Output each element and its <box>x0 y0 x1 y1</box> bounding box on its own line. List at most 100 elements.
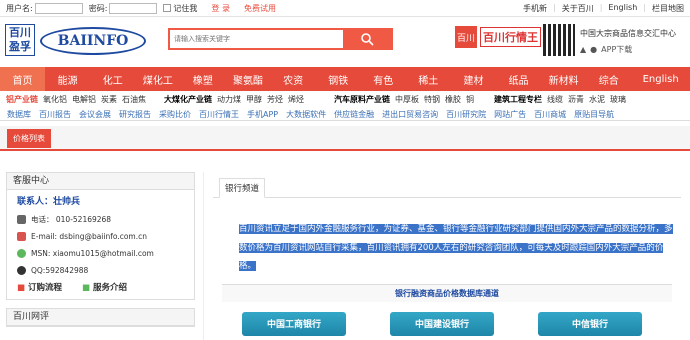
top-bar: 用户名: 密码: 记住我 登 录 免费试用 手机新 | 关于百川 | English… <box>0 0 690 17</box>
price-list-bar: 价格列表 <box>0 126 690 151</box>
nav-item-building[interactable]: 建材 <box>451 67 496 91</box>
icbc-button[interactable]: 中国工商银行 <box>242 311 346 336</box>
email-row: E-mail: dsbing@baiinfo.com.cn <box>17 228 184 245</box>
app-download: 中国大宗商品信息交汇中心 ▲ ● APP下载 <box>580 28 676 55</box>
logo-cn[interactable]: 百川 盈孚 <box>5 24 35 56</box>
brand-name: 百川行情王 <box>480 27 541 47</box>
msn-row: MSN: xiaomu1015@hotmail.com <box>17 245 184 262</box>
quick-link[interactable]: 供应链金融 <box>334 109 374 120</box>
nav-item-rubber-plastic[interactable]: 橡塑 <box>180 67 225 91</box>
qr-title: 中国大宗商品信息交汇中心 <box>580 29 676 38</box>
column-divider <box>203 172 204 340</box>
quick-link[interactable]: 大数据软件 <box>286 109 326 120</box>
app-download-link[interactable]: APP下载 <box>601 44 632 55</box>
category-link[interactable]: 甲醇 <box>246 93 262 106</box>
remember-label: 记住我 <box>173 3 198 13</box>
top-right-links: 手机新 | 关于百川 | English | 栏目地图 <box>523 3 684 14</box>
category-link[interactable]: 动力煤 <box>217 93 241 106</box>
nav-item-energy[interactable]: 能源 <box>45 67 90 91</box>
category-link[interactable]: 橡胶 <box>445 93 461 106</box>
quick-link[interactable]: 百川报告 <box>39 109 71 120</box>
quote-king-banner[interactable]: 百川 百川行情王 <box>455 26 541 48</box>
search-box <box>168 28 393 50</box>
category-link[interactable]: 线缆 <box>547 93 563 106</box>
quick-link[interactable]: 采购比价 <box>159 109 191 120</box>
apple-icon[interactable]: ● <box>590 45 597 54</box>
quick-link[interactable]: 百川研究院 <box>446 109 486 120</box>
category-title[interactable]: 汽车原料产业链 <box>334 93 390 106</box>
category-link[interactable]: 中厚板 <box>395 93 419 106</box>
password-label: 密码: <box>88 3 108 13</box>
quick-link[interactable]: 网站广告 <box>494 109 526 120</box>
nav-item-nonferrous[interactable]: 有色 <box>361 67 406 91</box>
brand-logo-icon: 百川 <box>455 26 477 48</box>
category-title[interactable]: 建筑工程专栏 <box>494 93 542 106</box>
category-link[interactable]: 石油焦 <box>122 93 146 106</box>
category-link[interactable]: 烯烃 <box>288 93 304 106</box>
category-link[interactable]: 水泥 <box>589 93 605 106</box>
service-intro-link[interactable]: ■ 服务介绍 <box>82 281 127 293</box>
quick-link[interactable]: 会议会展 <box>79 109 111 120</box>
price-list-tab[interactable]: 价格列表 <box>7 129 51 148</box>
channel-tabs: 银行频道 <box>213 178 681 198</box>
nav-item-steel[interactable]: 钢铁 <box>316 67 361 91</box>
order-flow-link[interactable]: ■ 订购流程 <box>17 281 62 293</box>
category-link[interactable]: 沥青 <box>568 93 584 106</box>
quick-link-database[interactable]: 数据库 <box>7 109 31 120</box>
mobile-link[interactable]: 手机新 <box>523 3 547 14</box>
category-title[interactable]: 大煤化产业链 <box>164 93 212 106</box>
nav-item-rare-earth[interactable]: 稀土 <box>406 67 451 91</box>
ccb-button[interactable]: 中国建设银行 <box>390 311 494 336</box>
tab-bank-channel[interactable]: 银行频道 <box>219 178 266 198</box>
quick-link[interactable]: 百川商城 <box>534 109 566 120</box>
intro-text: 百川资讯立足于国内外金融服务行业，为证券、基金、银行等金融行业研究部门提供国内外… <box>239 224 673 271</box>
category-link[interactable]: 玻璃 <box>610 93 626 106</box>
username-input[interactable] <box>34 2 83 14</box>
search-button[interactable] <box>343 30 391 48</box>
quick-links: 数据库 百川报告 会议会展 研究报告 采购比价 百川行情王 手机APP 大数据软… <box>0 108 690 121</box>
nav-item-agriculture[interactable]: 农资 <box>271 67 316 91</box>
category-link[interactable]: 特钢 <box>424 93 440 106</box>
review-title: 百川网评 <box>7 309 194 326</box>
quick-link[interactable]: 原贴目导航 <box>574 109 614 120</box>
contact-person: 联系人：壮帅兵 <box>17 197 81 207</box>
category-link[interactable]: 芳烃 <box>267 93 283 106</box>
main-nav: 首页 能源 化工 煤化工 橡塑 聚氨酯 农资 钢铁 有色 稀土 建材 纸品 新材… <box>0 67 690 91</box>
citic-button[interactable]: 中信银行 <box>538 311 642 336</box>
phone-row: 电话： 010-52169268 <box>17 211 184 228</box>
category-link[interactable]: 铜 <box>466 93 474 106</box>
free-trial-link[interactable]: 免费试用 <box>244 3 276 14</box>
android-icon[interactable]: ▲ <box>580 45 586 54</box>
phone-icon <box>17 215 26 224</box>
nav-item-home[interactable]: 首页 <box>0 67 46 91</box>
email-icon <box>17 232 26 241</box>
bank-buttons: 中国工商银行 中国建设银行 中信银行 <box>242 311 681 336</box>
service-center: 客服中心 联系人：壮帅兵 电话： 010-52169268 E-mail: ds… <box>6 172 195 300</box>
nav-item-general[interactable]: 综合 <box>586 67 631 91</box>
msn-icon <box>17 249 26 258</box>
remember-checkbox[interactable] <box>163 4 172 12</box>
category-link[interactable]: 炭素 <box>101 93 117 106</box>
sitemap-link[interactable]: 栏目地图 <box>652 3 684 14</box>
category-link[interactable]: 氧化铝 <box>43 93 67 106</box>
nav-item-polyurethane[interactable]: 聚氨酯 <box>225 67 270 91</box>
nav-item-chemical[interactable]: 化工 <box>90 67 135 91</box>
english-link[interactable]: English <box>608 3 637 14</box>
header: 百川盈孚 BAIINFO 百川 百川行情王 中国大宗商品信息交汇中心 ▲ ● A… <box>0 17 690 67</box>
quick-link[interactable]: 进出口贸易咨询 <box>382 109 438 120</box>
quick-link[interactable]: 手机APP <box>247 109 278 120</box>
login-button[interactable]: 登 录 <box>211 3 230 14</box>
nav-item-coal-chemical[interactable]: 煤化工 <box>135 67 180 91</box>
search-input[interactable] <box>170 30 343 48</box>
category-link[interactable]: 电解铝 <box>72 93 96 106</box>
nav-item-paper[interactable]: 纸品 <box>496 67 541 91</box>
quick-link[interactable]: 百川行情王 <box>199 109 239 120</box>
category-title[interactable]: 铝产业链 <box>6 93 38 106</box>
quick-link[interactable]: 研究报告 <box>119 109 151 120</box>
about-link[interactable]: 关于百川 <box>562 3 594 14</box>
nav-item-new-materials[interactable]: 新材料 <box>541 67 586 91</box>
logo-en[interactable]: BAIINFO <box>40 27 146 55</box>
database-title: 银行融资商品价格数据库通道 <box>222 283 672 302</box>
password-input[interactable] <box>109 2 158 14</box>
nav-item-english[interactable]: English <box>631 67 690 91</box>
